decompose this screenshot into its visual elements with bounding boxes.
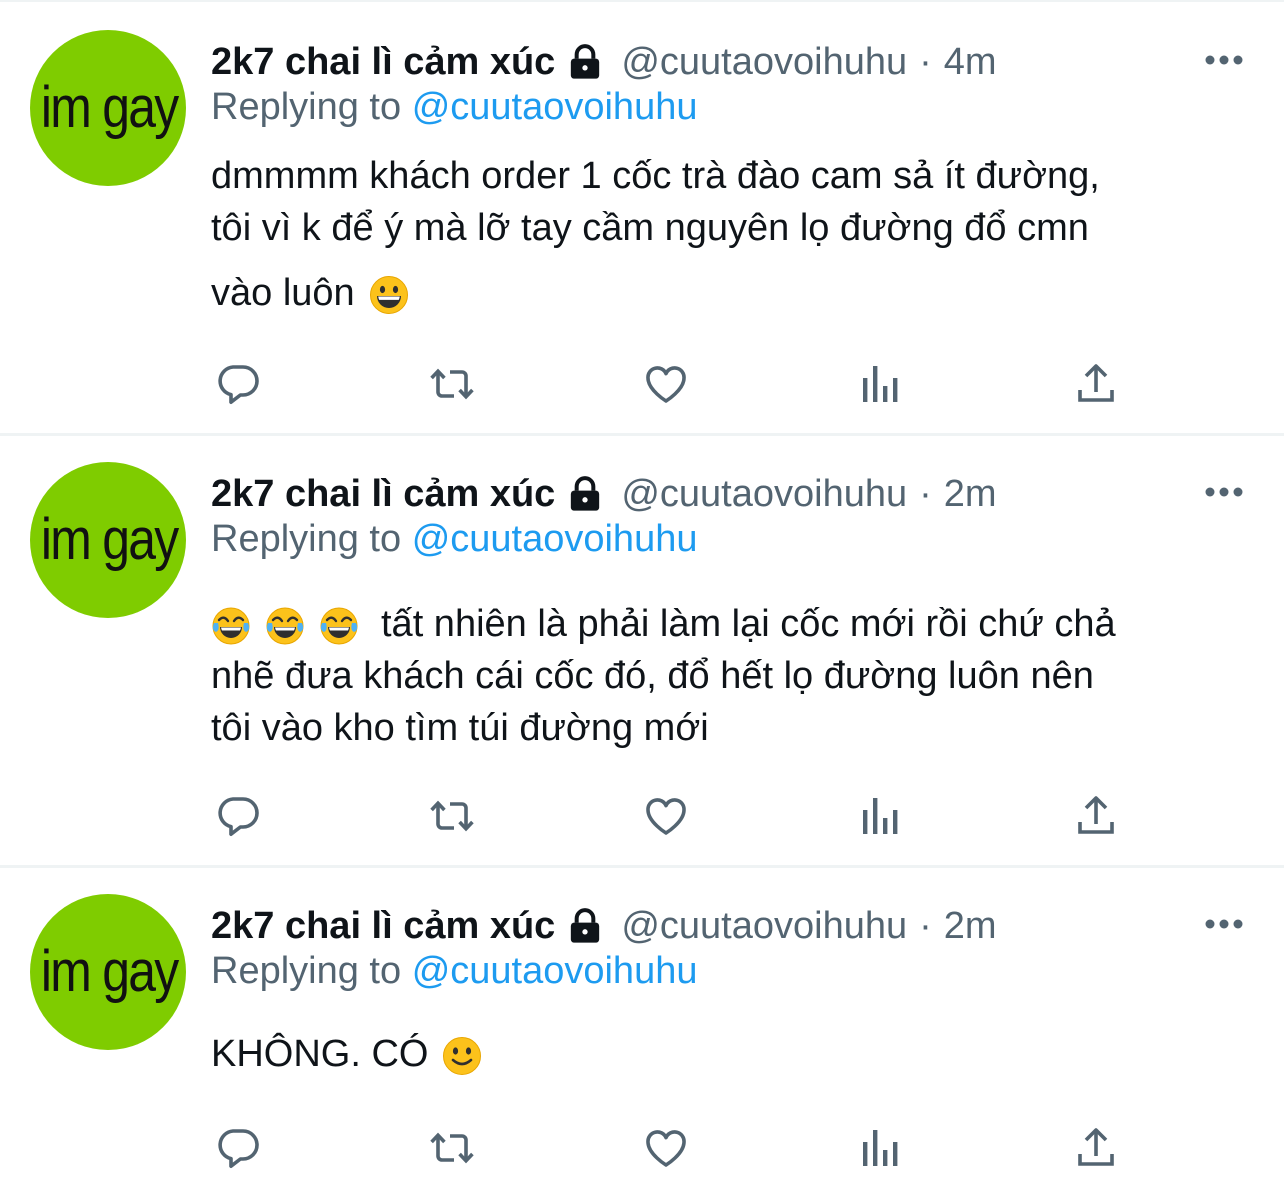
separator: · bbox=[919, 472, 932, 515]
avatar[interactable]: im gay bbox=[30, 30, 186, 186]
avatar[interactable]: im gay bbox=[30, 894, 186, 1050]
tears-of-joy-emoji bbox=[265, 606, 305, 646]
avatar[interactable]: im gay bbox=[30, 462, 186, 618]
avatar-text: im gay bbox=[40, 939, 179, 1004]
handle[interactable]: @cuutaovoihuhu bbox=[621, 905, 907, 948]
tweet-header: 2k7 chai lì cảm xúc @cuutaovoihuhu · 4m bbox=[211, 38, 997, 86]
replying-to: Replying to @cuutaovoihuhu bbox=[211, 86, 697, 129]
tweet[interactable]: im gay 2k7 chai lì cảm xúc @cuutaovoihuh… bbox=[0, 462, 1284, 862]
display-name[interactable]: 2k7 chai lì cảm xúc bbox=[211, 905, 555, 948]
tweet-text: KHÔNG. CÓ bbox=[211, 1028, 1261, 1080]
tweet-header: 2k7 chai lì cảm xúc @cuutaovoihuhu · 2m bbox=[211, 470, 997, 518]
handle[interactable]: @cuutaovoihuhu bbox=[621, 473, 907, 516]
avatar-text: im gay bbox=[40, 507, 179, 572]
top-divider bbox=[0, 0, 1284, 2]
lock-icon bbox=[565, 906, 605, 946]
tweet-text-line: dmmmm khách order 1 cốc trà đào cam sả í… bbox=[211, 155, 1100, 197]
tears-of-joy-emoji bbox=[319, 606, 359, 646]
tweet-text: tất nhiên là phải làm lại cốc mới rồi ch… bbox=[211, 598, 1261, 754]
timestamp[interactable]: 2m bbox=[944, 473, 997, 516]
more-icon[interactable] bbox=[1204, 486, 1244, 498]
tweet-divider bbox=[0, 865, 1284, 868]
retweet-icon[interactable] bbox=[426, 1124, 478, 1172]
display-name[interactable]: 2k7 chai lì cảm xúc bbox=[211, 41, 555, 84]
avatar-text: im gay bbox=[40, 75, 179, 140]
tweet-text-line: tôi vì k để ý mà lỡ tay cầm nguyên lọ đư… bbox=[211, 207, 1089, 249]
lock-icon bbox=[565, 42, 605, 82]
retweet-icon[interactable] bbox=[426, 360, 478, 408]
share-icon[interactable] bbox=[1070, 360, 1122, 408]
heart-icon[interactable] bbox=[640, 1124, 692, 1172]
tweet-text-first: tất nhiên là phải làm lại cốc mới rồi ch… bbox=[211, 598, 1261, 650]
lock-icon bbox=[565, 474, 605, 514]
tweet-text-line: tất nhiên là phải làm lại cốc mới rồi ch… bbox=[381, 603, 1116, 645]
tweet-text-line: vào luôn bbox=[211, 272, 355, 314]
reply-icon[interactable] bbox=[212, 792, 264, 840]
share-icon[interactable] bbox=[1070, 792, 1122, 840]
replying-label: Replying to bbox=[211, 86, 402, 128]
handle[interactable]: @cuutaovoihuhu bbox=[621, 41, 907, 84]
tweet-text-line: nhẽ đưa khách cái cốc đó, đổ hết lọ đườn… bbox=[211, 655, 1094, 697]
tweet-actions bbox=[212, 792, 1122, 840]
tweet-divider bbox=[0, 433, 1284, 436]
analytics-icon[interactable] bbox=[854, 360, 906, 408]
tweet[interactable]: im gay 2k7 chai lì cảm xúc @cuutaovoihuh… bbox=[0, 30, 1284, 430]
heart-icon[interactable] bbox=[640, 792, 692, 840]
replying-handle[interactable]: @cuutaovoihuhu bbox=[412, 950, 698, 992]
replying-label: Replying to bbox=[211, 950, 402, 992]
slightly-smiling-emoji bbox=[442, 1036, 482, 1076]
more-icon[interactable] bbox=[1204, 918, 1244, 930]
replying-handle[interactable]: @cuutaovoihuhu bbox=[412, 86, 698, 128]
retweet-icon[interactable] bbox=[426, 792, 478, 840]
tweet-header: 2k7 chai lì cảm xúc @cuutaovoihuhu · 2m bbox=[211, 902, 997, 950]
separator: · bbox=[919, 904, 932, 947]
share-icon[interactable] bbox=[1070, 1124, 1122, 1172]
replying-to: Replying to @cuutaovoihuhu bbox=[211, 518, 697, 561]
replying-label: Replying to bbox=[211, 518, 402, 560]
tweet-text-line: KHÔNG. CÓ bbox=[211, 1033, 429, 1075]
replying-to: Replying to @cuutaovoihuhu bbox=[211, 950, 697, 993]
tweet[interactable]: im gay 2k7 chai lì cảm xúc @cuutaovoihuh… bbox=[0, 894, 1284, 1193]
tweet-text: dmmmm khách order 1 cốc trà đào cam sả í… bbox=[211, 150, 1261, 319]
heart-icon[interactable] bbox=[640, 360, 692, 408]
reply-icon[interactable] bbox=[212, 1124, 264, 1172]
display-name[interactable]: 2k7 chai lì cảm xúc bbox=[211, 473, 555, 516]
tweet-actions bbox=[212, 360, 1122, 408]
analytics-icon[interactable] bbox=[854, 792, 906, 840]
tweet-text-first: KHÔNG. CÓ bbox=[211, 1028, 1261, 1080]
replying-handle[interactable]: @cuutaovoihuhu bbox=[412, 518, 698, 560]
tweet-actions bbox=[212, 1124, 1122, 1172]
tears-of-joy-emoji bbox=[211, 606, 251, 646]
tweet-text-last: vào luôn bbox=[211, 267, 1261, 319]
analytics-icon[interactable] bbox=[854, 1124, 906, 1172]
more-icon[interactable] bbox=[1204, 54, 1244, 66]
separator: · bbox=[919, 40, 932, 83]
reply-icon[interactable] bbox=[212, 360, 264, 408]
timestamp[interactable]: 4m bbox=[944, 41, 997, 84]
timestamp[interactable]: 2m bbox=[944, 905, 997, 948]
tweet-text-line: tôi vào kho tìm túi đường mới bbox=[211, 707, 709, 749]
grinning-face-emoji bbox=[369, 275, 409, 315]
